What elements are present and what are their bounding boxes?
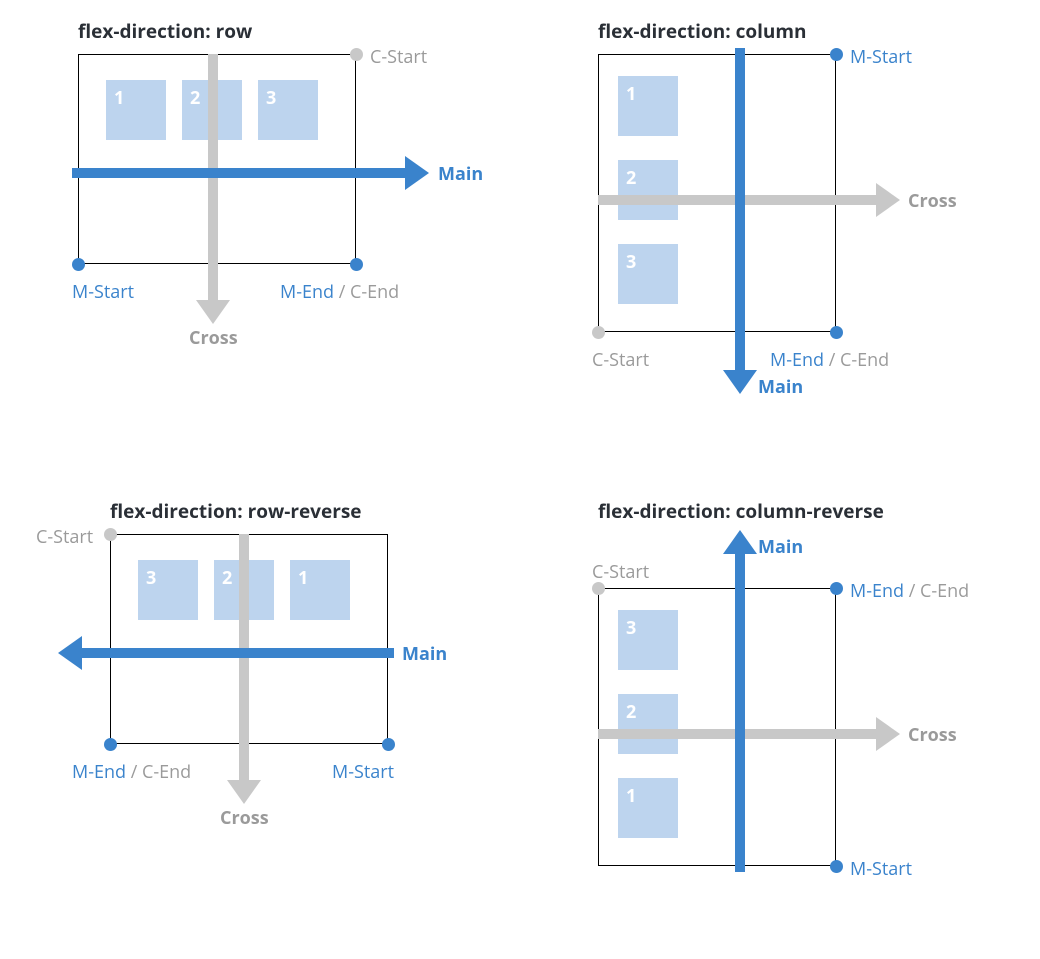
- arrowhead-right-icon: [405, 156, 429, 190]
- flex-item: 3: [138, 560, 198, 620]
- label-m-start: M-Start: [850, 45, 912, 69]
- main-axis-arrow: [735, 550, 745, 872]
- dot-c-start: [104, 528, 117, 541]
- label-main: Main: [758, 535, 803, 559]
- main-axis-arrow: [78, 648, 394, 658]
- arrowhead-right-icon: [876, 183, 900, 217]
- arrowhead-down-icon: [196, 300, 230, 324]
- label-m-start: M-Start: [850, 857, 912, 881]
- heading: flex-direction: column-reverse: [598, 498, 884, 524]
- label-m-end-c-end: M-End / C-End: [72, 760, 191, 784]
- heading: flex-direction: column: [598, 18, 807, 44]
- main-axis-arrow: [72, 168, 412, 178]
- main-axis-arrow: [735, 48, 745, 378]
- label-main: Main: [402, 642, 447, 666]
- label-c-start: C-Start: [592, 560, 649, 584]
- label-cross: Cross: [908, 189, 957, 213]
- label-m-end-c-end: M-End / C-End: [280, 280, 399, 304]
- label-c-start: C-Start: [592, 348, 649, 372]
- cross-axis-arrow: [208, 54, 218, 309]
- label-c-start: C-Start: [36, 525, 93, 549]
- panel-column-reverse: flex-direction: column-reverse 3 2 1 Mai…: [520, 480, 1040, 959]
- label-m-start: M-Start: [72, 280, 134, 304]
- label-cross: Cross: [189, 326, 238, 350]
- heading: flex-direction: row: [78, 18, 252, 44]
- flex-item: 1: [290, 560, 350, 620]
- arrowhead-down-icon: [723, 370, 757, 394]
- dot-m-start: [830, 860, 843, 873]
- dot-c-start: [350, 48, 363, 61]
- flex-item: 2: [618, 694, 678, 754]
- label-main: Main: [758, 375, 803, 399]
- flex-item: 1: [106, 80, 166, 140]
- dot-m-end: [830, 326, 843, 339]
- label-m-start: M-Start: [332, 760, 394, 784]
- flex-item: 3: [258, 80, 318, 140]
- panel-row: flex-direction: row 1 2 3 C-Start Main M…: [0, 0, 520, 480]
- dot-m-end: [104, 738, 117, 751]
- flex-item: 2: [618, 160, 678, 220]
- label-main: Main: [438, 162, 483, 186]
- dot-m-start: [72, 258, 85, 271]
- label-c-start: C-Start: [370, 45, 427, 69]
- dot-c-start: [592, 326, 605, 339]
- arrowhead-left-icon: [58, 636, 82, 670]
- label-cross: Cross: [908, 723, 957, 747]
- label-m-end-c-end: M-End / C-End: [770, 348, 889, 372]
- cross-axis-arrow: [239, 534, 249, 789]
- flex-item: 1: [618, 76, 678, 136]
- dot-m-start: [830, 48, 843, 61]
- label-cross: Cross: [220, 806, 269, 830]
- panel-column: flex-direction: column 1 2 3 M-Start Cro…: [520, 0, 1040, 480]
- heading: flex-direction: row-reverse: [110, 498, 362, 524]
- panel-row-reverse: flex-direction: row-reverse 3 2 1 C-Star…: [0, 480, 520, 959]
- label-m-end-c-end: M-End / C-End: [850, 579, 969, 603]
- dot-m-start: [382, 738, 395, 751]
- arrowhead-right-icon: [876, 717, 900, 751]
- flex-item: 3: [618, 610, 678, 670]
- arrowhead-up-icon: [723, 530, 757, 554]
- flex-item: 3: [618, 244, 678, 304]
- arrowhead-down-icon: [227, 780, 261, 804]
- dot-m-end: [350, 258, 363, 271]
- dot-m-end: [830, 582, 843, 595]
- flex-item: 1: [618, 778, 678, 838]
